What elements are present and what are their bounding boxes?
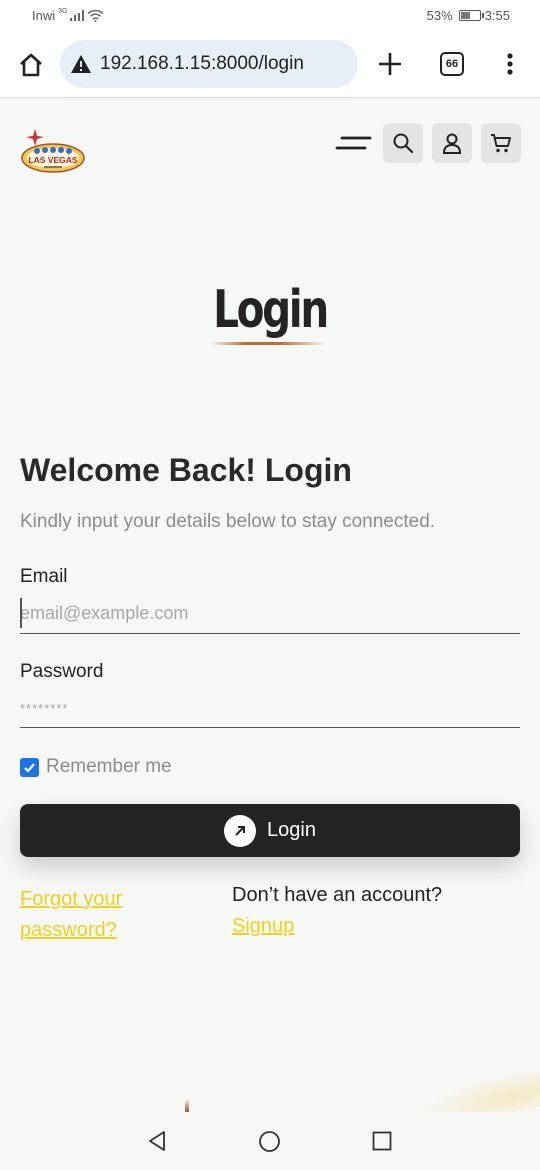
network-type: 3G: [58, 8, 68, 15]
carrier-name: Inwi: [32, 8, 56, 23]
welcome-heading: Welcome Back! Login: [20, 452, 352, 488]
address-bar[interactable]: 192.168.1.15:8000/login: [60, 40, 358, 88]
email-label: Email: [20, 566, 68, 587]
text-cursor: [20, 598, 22, 628]
hamburger-menu-icon[interactable]: [334, 133, 372, 155]
browser-toolbar: 192.168.1.15:8000/login 66: [0, 30, 540, 98]
cart-button[interactable]: [481, 123, 521, 163]
signal-icon: [70, 10, 85, 21]
forgot-password-link[interactable]: Forgot your password?: [20, 884, 180, 946]
remember-checkbox[interactable]: [20, 757, 39, 777]
status-time: 3:55: [484, 8, 510, 23]
password-field[interactable]: [20, 688, 520, 728]
tab-count-icon[interactable]: 66: [440, 52, 464, 76]
account-button[interactable]: [432, 123, 472, 163]
arrow-icon: [224, 814, 257, 847]
user-icon: [442, 133, 462, 154]
decorative-spike: [185, 1098, 189, 1112]
home-icon[interactable]: [18, 52, 44, 78]
email-field[interactable]: [20, 594, 520, 634]
site-header: LAS VEGAS: [0, 99, 540, 189]
remember-label: Remember me: [46, 756, 172, 777]
url-text[interactable]: 192.168.1.15:8000/login: [100, 53, 304, 75]
cart-icon: [491, 134, 511, 153]
back-icon[interactable]: [146, 1130, 168, 1152]
remember-me[interactable]: Remember me: [20, 756, 172, 778]
battery-icon: [458, 10, 484, 21]
warning-icon[interactable]: [70, 53, 92, 75]
login-button-label: Login: [267, 819, 316, 841]
page-title: Login: [213, 280, 329, 340]
battery-percent: 53%: [426, 8, 453, 23]
password-label: Password: [20, 661, 104, 682]
recents-icon[interactable]: [371, 1130, 393, 1152]
las-vegas-logo[interactable]: LAS VEGAS: [20, 127, 86, 177]
system-nav-bar: [0, 1112, 540, 1170]
home-circle-icon[interactable]: [258, 1130, 281, 1153]
logo-text: LAS VEGAS: [28, 155, 77, 165]
login-button[interactable]: Login: [20, 804, 520, 857]
plus-icon[interactable]: [376, 50, 404, 78]
form-subtitle: Kindly input your details below to stay …: [20, 511, 436, 532]
signup-link[interactable]: Signup: [232, 915, 294, 938]
title-underline: [210, 342, 326, 345]
status-bar: Inwi 3G 53% 3:55: [0, 0, 540, 30]
kebab-menu-icon[interactable]: [500, 50, 520, 78]
search-button[interactable]: [383, 123, 423, 163]
search-icon: [393, 133, 414, 154]
check-icon: [24, 762, 35, 773]
no-account-text: Don’t have an account?: [232, 884, 443, 906]
wifi-icon: [88, 9, 104, 22]
